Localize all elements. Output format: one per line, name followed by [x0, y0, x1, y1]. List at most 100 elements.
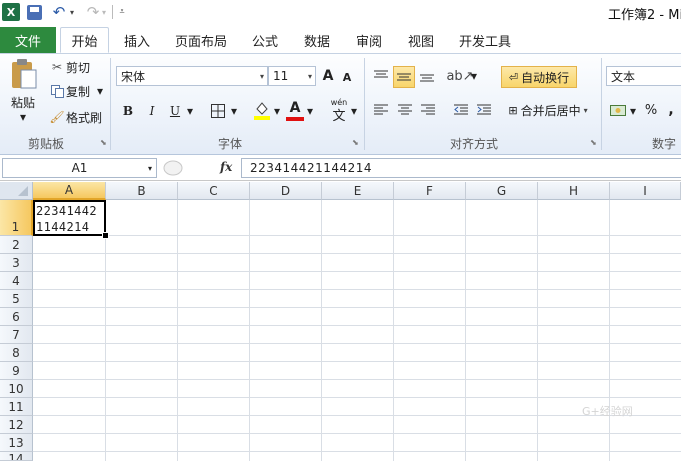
- row-header-4[interactable]: 4: [0, 272, 33, 290]
- ribbon-home: 粘贴 ▾ ✂ 剪切 复制 ▾ 🖌 格式刷 剪贴板 ⬊ 宋体 ▾ 11 ▾ A A…: [0, 54, 681, 155]
- row-header-10[interactable]: 10: [0, 380, 33, 398]
- column-header-c[interactable]: C: [178, 182, 250, 200]
- row-header-5[interactable]: 5: [0, 290, 33, 308]
- column-header-a[interactable]: A: [33, 182, 106, 200]
- tab-review[interactable]: 审阅: [348, 27, 390, 53]
- row-header-2[interactable]: 2: [0, 236, 33, 254]
- alignment-launcher-icon[interactable]: ⬊: [590, 138, 597, 147]
- save-icon[interactable]: [27, 5, 42, 20]
- paste-button[interactable]: 粘贴: [8, 94, 38, 110]
- shrink-font-button[interactable]: A: [340, 68, 354, 86]
- align-top-icon[interactable]: [371, 66, 391, 86]
- chevron-down-icon: ▾: [307, 71, 312, 81]
- tab-home[interactable]: 开始: [60, 27, 109, 53]
- tab-developer[interactable]: 开发工具: [452, 27, 518, 53]
- row-header-1[interactable]: 1: [0, 200, 33, 236]
- merge-center-button[interactable]: ⊞ 合并后居中 ▾: [503, 100, 593, 120]
- scissors-icon[interactable]: ✂: [50, 60, 64, 74]
- tab-insert[interactable]: 插入: [115, 27, 159, 53]
- row-header-3[interactable]: 3: [0, 254, 33, 272]
- row-header-13[interactable]: 13: [0, 434, 33, 452]
- accounting-format-icon[interactable]: [609, 100, 627, 120]
- row-header-8[interactable]: 8: [0, 344, 33, 362]
- column-header-e[interactable]: E: [322, 182, 394, 200]
- paste-icon[interactable]: [9, 57, 39, 91]
- increase-indent-icon[interactable]: [474, 100, 494, 120]
- tab-formulas[interactable]: 公式: [244, 27, 286, 53]
- font-name-select[interactable]: 宋体 ▾: [116, 66, 268, 86]
- row-header-7[interactable]: 7: [0, 326, 33, 344]
- column-header-g[interactable]: G: [466, 182, 538, 200]
- copy-dropdown-icon[interactable]: ▾: [96, 84, 104, 98]
- column-header-d[interactable]: D: [250, 182, 322, 200]
- row-header-14[interactable]: 14: [0, 452, 33, 461]
- row-header-6[interactable]: 6: [0, 308, 33, 326]
- row-header-11[interactable]: 11: [0, 398, 33, 416]
- group-separator: [601, 58, 602, 150]
- percent-button[interactable]: %: [643, 100, 659, 120]
- column-header-b[interactable]: B: [106, 182, 178, 200]
- merge-center-icon: ⊞: [508, 103, 518, 117]
- tab-data[interactable]: 数据: [296, 27, 338, 53]
- customize-qa-icon[interactable]: ⩡: [117, 3, 127, 21]
- format-painter-button[interactable]: 格式刷: [66, 110, 102, 125]
- chevron-down-icon: ▾: [259, 71, 264, 81]
- orientation-icon[interactable]: ab↗: [446, 66, 473, 86]
- undo-dropdown-icon[interactable]: ▾: [70, 3, 74, 21]
- fill-color-icon[interactable]: [252, 99, 272, 121]
- wrap-text-button[interactable]: ⏎ 自动换行: [501, 66, 577, 88]
- align-left-icon[interactable]: [371, 100, 391, 120]
- bold-button[interactable]: B: [119, 101, 137, 121]
- insert-function-button[interactable]: fx: [220, 160, 232, 174]
- grow-font-button[interactable]: A: [320, 66, 336, 86]
- copy-button[interactable]: 复制: [66, 84, 90, 99]
- name-box[interactable]: A1 ▾: [2, 158, 157, 178]
- tab-file[interactable]: 文件: [0, 27, 56, 53]
- redo-icon[interactable]: ↷: [84, 3, 102, 21]
- column-header-h[interactable]: H: [538, 182, 610, 200]
- fill-color-dropdown-icon[interactable]: ▾: [273, 104, 281, 118]
- align-center-icon[interactable]: [395, 100, 415, 120]
- font-color-dropdown-icon[interactable]: ▾: [306, 104, 314, 118]
- number-format-select[interactable]: 文本: [606, 66, 681, 86]
- phonetic-dropdown-icon[interactable]: ▾: [350, 104, 358, 118]
- worksheet-grid[interactable]: A B C D E F G H I 1 2 3 4 5 6 7 8 9 10 1…: [0, 182, 681, 461]
- phonetic-guide-button[interactable]: 文: [329, 106, 349, 124]
- cut-button[interactable]: 剪切: [66, 60, 90, 75]
- align-middle-icon[interactable]: [393, 66, 415, 88]
- comma-style-button[interactable]: ,: [664, 100, 678, 120]
- decrease-indent-icon[interactable]: [451, 100, 471, 120]
- borders-icon[interactable]: [208, 101, 228, 121]
- clipboard-launcher-icon[interactable]: ⬊: [100, 138, 107, 147]
- copy-icon[interactable]: [50, 84, 64, 98]
- qa-separator: [112, 5, 113, 19]
- cell-a1-line-2: 1144214: [36, 220, 90, 234]
- column-header-i[interactable]: I: [610, 182, 681, 200]
- tab-view[interactable]: 视图: [400, 27, 442, 53]
- tab-page-layout[interactable]: 页面布局: [168, 27, 234, 53]
- redo-dropdown-icon[interactable]: ▾: [102, 3, 106, 21]
- font-launcher-icon[interactable]: ⬊: [352, 138, 359, 147]
- align-right-icon[interactable]: [418, 100, 438, 120]
- underline-dropdown-icon[interactable]: ▾: [186, 104, 194, 118]
- fill-handle[interactable]: [102, 232, 109, 239]
- borders-dropdown-icon[interactable]: ▾: [230, 104, 238, 118]
- format-painter-icon[interactable]: 🖌: [49, 110, 64, 124]
- italic-button[interactable]: I: [143, 101, 161, 121]
- select-all-button[interactable]: [0, 182, 33, 200]
- excel-app-icon[interactable]: X: [2, 3, 20, 21]
- merge-center-label: 合并后居中: [520, 103, 581, 118]
- formula-input[interactable]: 223414421144214: [241, 158, 681, 178]
- row-header-12[interactable]: 12: [0, 416, 33, 434]
- accounting-dropdown-icon[interactable]: ▾: [629, 104, 637, 118]
- orientation-dropdown-icon[interactable]: ▾: [470, 69, 478, 83]
- paste-dropdown-icon[interactable]: ▾: [18, 110, 28, 124]
- row-header-9[interactable]: 9: [0, 362, 33, 380]
- underline-button[interactable]: U: [166, 101, 184, 121]
- font-size-select[interactable]: 11 ▾: [268, 66, 316, 86]
- column-header-f[interactable]: F: [394, 182, 466, 200]
- align-bottom-icon[interactable]: [417, 66, 437, 86]
- cell-a1[interactable]: 22341442 1144214: [33, 200, 106, 236]
- font-color-button[interactable]: A: [286, 99, 304, 121]
- undo-icon[interactable]: ↶: [50, 3, 68, 21]
